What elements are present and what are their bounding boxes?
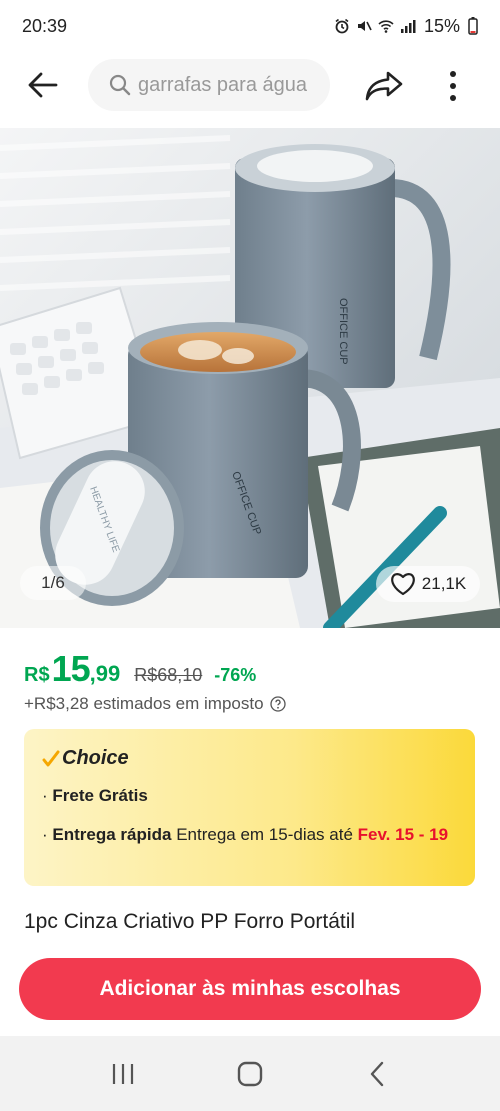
status-time: 20:39 [22,15,68,36]
price-decimal: ,99 [89,661,121,686]
original-price: R$68,10 [134,665,203,685]
status-bar: 20:39 15% [0,0,500,52]
bullet: · [42,786,48,805]
battery-percent: 15% [423,15,460,36]
product-photo: OFFICE CUP OFFICE CUP HEALTHY LIFE [0,128,500,628]
search-icon [109,74,131,96]
share-button[interactable] [358,66,410,106]
heart-icon [390,573,415,596]
search-input[interactable]: garrafas para água [88,59,330,111]
choice-title: Choice [42,747,457,770]
image-counter: 1/6 [20,566,86,600]
chevron-left-icon [370,1061,383,1086]
more-icon [450,71,456,101]
tax-note: +R$3,28 estimados em imposto [24,694,286,714]
wishlist-button[interactable]: 21,1K [376,566,480,602]
back-arrow-icon [28,72,58,98]
mute-icon [357,21,372,31]
product-image-gallery[interactable]: OFFICE CUP OFFICE CUP HEALTHY LIFE 1/6 2… [0,128,500,628]
fast-delivery-label: Entrega rápida [52,824,172,844]
price-row: R$ 15 ,99 R$68,10 -76% [24,648,256,690]
bullet: · [42,824,48,844]
back-button[interactable] [8,52,78,118]
help-icon[interactable] [269,696,286,712]
recent-apps-icon [113,1063,134,1084]
choice-label: Choice [62,747,129,769]
signal-icon [400,20,416,33]
fast-delivery-text: Entrega em 15-dias até [176,824,353,844]
free-shipping-label: Frete Grátis [52,786,148,805]
status-right: 15% [334,16,478,37]
fast-delivery-line: · Entrega rápida Entrega em 15-dias até … [42,823,457,848]
choice-card[interactable]: Choice · Frete Grátis · Entrega rápida E… [24,729,475,886]
alarm-icon [335,18,349,34]
home-icon [237,1061,263,1086]
free-shipping-line: · Frete Grátis [42,784,457,809]
wifi-icon [378,20,394,33]
more-options-button[interactable] [436,66,470,106]
share-icon [365,71,403,101]
tax-text: +R$3,28 estimados em imposto [24,694,264,713]
price-integer: 15 [51,648,91,689]
search-placeholder: garrafas para água [138,73,308,96]
delivery-date: Fev. 15 - 19 [357,824,449,844]
wishlist-count: 21,1K [421,574,467,593]
battery-icon [468,17,478,35]
system-navigation-bar [0,1036,500,1111]
add-to-choices-button[interactable]: Adicionar às minhas escolhas [19,958,481,1020]
recent-apps-button[interactable] [93,1044,153,1104]
home-button[interactable] [220,1044,280,1104]
top-bar: garrafas para água [0,52,500,118]
price-currency: R$ [24,664,50,686]
system-back-button[interactable] [347,1044,407,1104]
product-title: 1pc Cinza Criativo PP Forro Portátil [24,910,356,933]
discount-badge: -76% [214,665,257,685]
back-mug-label: OFFICE CUP [337,298,349,365]
checkmark-icon [42,750,60,766]
status-icons [334,18,416,34]
